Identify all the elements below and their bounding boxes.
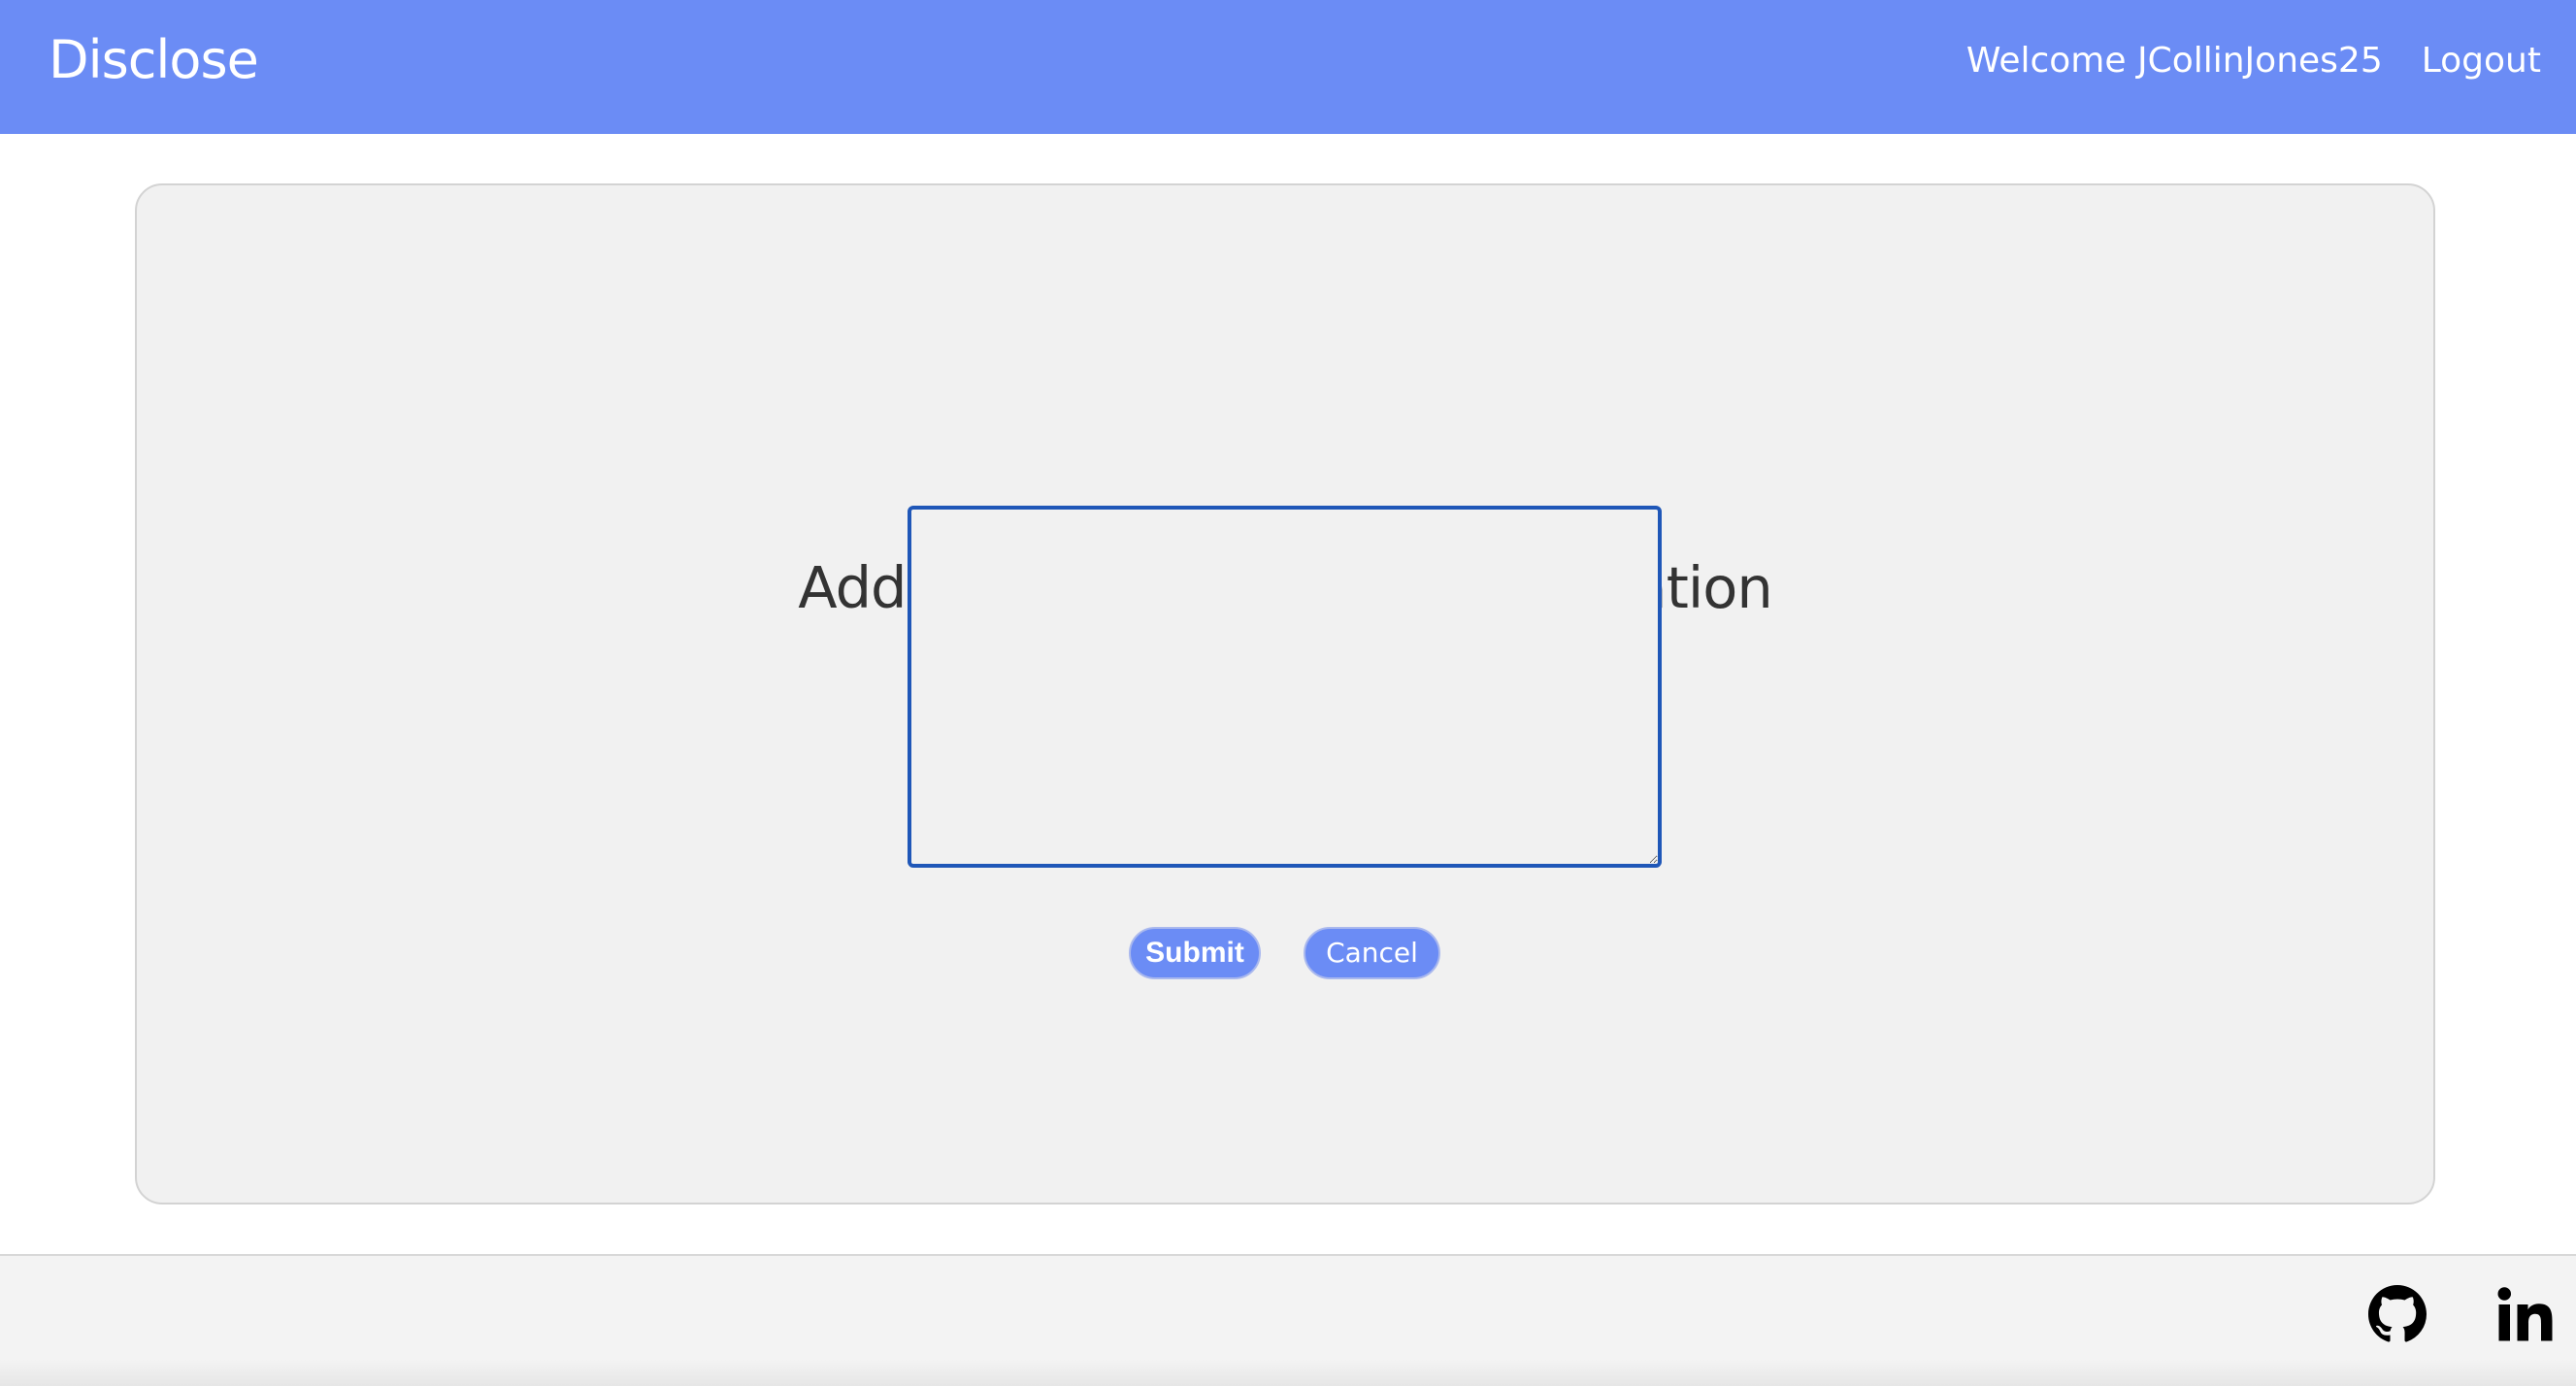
nav-right: Welcome JCollinJones25 Logout bbox=[1966, 0, 2541, 120]
github-icon-svg bbox=[2368, 1285, 2427, 1342]
linkedin-icon-svg bbox=[2497, 1287, 2553, 1341]
logout-link[interactable]: Logout bbox=[2422, 41, 2541, 81]
top-navbar: Disclose Welcome JCollinJones25 Logout bbox=[0, 0, 2576, 134]
linkedin-icon[interactable] bbox=[2496, 1285, 2555, 1343]
brand-logo[interactable]: Disclose bbox=[49, 0, 259, 120]
footer bbox=[0, 1254, 2576, 1386]
comment-textarea[interactable] bbox=[908, 506, 1662, 868]
cancel-button[interactable]: Cancel bbox=[1304, 927, 1440, 979]
welcome-text: Welcome JCollinJones25 bbox=[1965, 40, 2383, 81]
submit-button[interactable]: Submit bbox=[1129, 927, 1261, 979]
github-icon[interactable] bbox=[2368, 1285, 2427, 1343]
